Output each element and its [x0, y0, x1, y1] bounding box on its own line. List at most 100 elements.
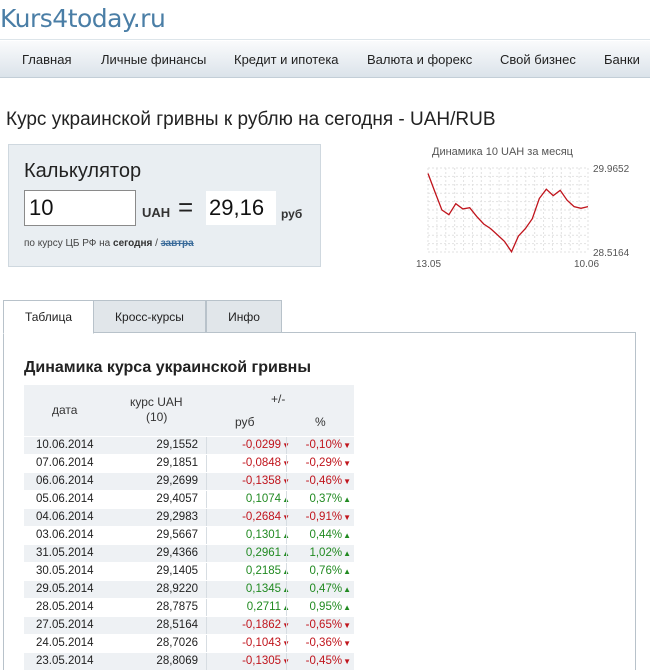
site-header: Kurs4today.ru	[0, 0, 650, 40]
change-pct-value: -0,65%	[305, 619, 343, 631]
cell-rate: 29,1405	[156, 565, 198, 577]
result-value: 29,16	[206, 191, 276, 225]
column-divider	[206, 581, 207, 599]
change-pct-value: -0,10%	[305, 439, 343, 451]
chart-xend-label: 10.06	[574, 259, 599, 270]
cell-change-abs: -0,1358▼	[210, 475, 290, 487]
cell-rate: 28,8069	[156, 655, 198, 667]
change-pct-value: -0,36%	[305, 637, 343, 649]
change-pct-value: 0,76%	[309, 565, 343, 577]
cell-rate: 29,1851	[156, 457, 198, 469]
cell-change-abs: 0,1074▲	[210, 493, 290, 505]
column-divider	[286, 599, 287, 617]
arrow-down-icon: ▼	[343, 441, 351, 450]
tab-info[interactable]: Инфо	[206, 300, 282, 333]
cell-rate: 29,2983	[156, 511, 198, 523]
col-pct-header: %	[315, 415, 326, 429]
nav-item-personal-finance[interactable]: Личные финансы	[101, 52, 206, 67]
rate-source-note: по курсу ЦБ РФ на сегодня / завтра	[24, 238, 194, 249]
to-unit-label: руб	[281, 207, 303, 221]
table-row: 07.06.2014 29,1851 -0,0848▼ -0,29%▼	[24, 454, 354, 473]
table-row: 23.05.201428,8069-0,1305▼-0,45%▼	[24, 652, 354, 670]
column-divider	[206, 455, 207, 473]
cell-change-pct: 0,95%▲	[292, 601, 351, 613]
uah-month-chart: Динамика 10 UAH за месяц 29.9652 28.5164…	[412, 144, 650, 274]
arrow-down-icon: ▼	[343, 459, 351, 468]
table-title: Динамика курса украинской гривны	[24, 359, 311, 376]
arrow-up-icon: ▲	[343, 585, 351, 594]
change-pct-value: -0,29%	[305, 457, 343, 469]
column-divider	[286, 473, 287, 491]
cell-change-abs: -0,0848▼	[210, 457, 290, 469]
tab-table[interactable]: Таблица	[3, 300, 94, 334]
cell-change-abs: -0,1305▼	[210, 655, 290, 667]
column-divider	[286, 437, 287, 455]
nav-item-home[interactable]: Главная	[22, 52, 71, 67]
cell-date: 28.05.2014	[36, 601, 94, 613]
cell-date: 30.05.2014	[36, 565, 94, 577]
column-divider	[286, 617, 287, 635]
from-unit-label: UAH	[142, 205, 171, 220]
currency-calculator: Калькулятор UAH = 29,16 руб по курсу ЦБ …	[8, 144, 321, 267]
table-row: 24.05.201428,7026-0,1043▼-0,36%▼	[24, 634, 354, 653]
change-abs-value: -0,1305	[242, 655, 282, 667]
cell-rate: 28,5164	[156, 619, 198, 631]
column-divider	[206, 509, 207, 527]
arrow-up-icon: ▲	[343, 603, 351, 612]
change-abs-value: 0,1345	[245, 583, 282, 595]
cell-date: 07.06.2014	[36, 457, 94, 469]
table-row: 03.06.201429,56670,1301▲0,44%▲	[24, 526, 354, 545]
tab-panel: Динамика курса украинской гривны дата ку…	[3, 332, 636, 670]
change-pct-value: 0,95%	[309, 601, 343, 613]
cell-change-abs: 0,2961▲	[210, 547, 290, 559]
column-divider	[286, 527, 287, 545]
change-abs-value: -0,0299	[242, 439, 282, 451]
main-nav: Главная Личные финансы Кредит и ипотека …	[0, 41, 650, 78]
cell-change-pct: 1,02%▲	[292, 547, 351, 559]
cell-change-pct: 0,44%▲	[292, 529, 351, 541]
cell-change-abs: -0,1862▼	[210, 619, 290, 631]
arrow-up-icon: ▲	[343, 531, 351, 540]
cell-change-abs: 0,1301▲	[210, 529, 290, 541]
nav-item-currency-forex[interactable]: Валюта и форекс	[367, 52, 472, 67]
nav-item-credit-mortgage[interactable]: Кредит и ипотека	[234, 52, 339, 67]
nav-item-banks[interactable]: Банки	[604, 52, 640, 67]
cell-change-pct: -0,65%▼	[292, 619, 351, 631]
column-divider	[286, 635, 287, 653]
cell-date: 05.06.2014	[36, 493, 94, 505]
change-pct-value: 0,44%	[309, 529, 343, 541]
site-logo[interactable]: Kurs4today.ru	[0, 4, 166, 33]
table-row: 31.05.201429,43660,2961▲1,02%▲	[24, 544, 354, 563]
change-abs-value: -0,2684	[242, 511, 282, 523]
arrow-down-icon: ▼	[343, 621, 351, 630]
col-date-header: дата	[52, 403, 78, 417]
table-body: 10.06.201429,1552-0,0299▼-0,10%▼07.06.20…	[24, 436, 354, 670]
change-abs-value: 0,2961	[245, 547, 282, 559]
change-pct-value: 0,37%	[309, 493, 343, 505]
cell-date: 10.06.2014	[36, 439, 94, 451]
table-row: 28.05.201428,78750,2711▲0,95%▲	[24, 598, 354, 617]
table-row: 05.06.201429,40570,1074▲0,37%▲	[24, 490, 354, 509]
cell-change-abs: 0,1345▲	[210, 583, 290, 595]
change-abs-value: -0,0848	[242, 457, 282, 469]
amount-input[interactable]	[24, 190, 136, 226]
cell-date: 27.05.2014	[36, 619, 94, 631]
cell-rate: 29,1552	[156, 439, 198, 451]
column-divider	[206, 653, 207, 670]
cell-change-abs: -0,2684▼	[210, 511, 290, 523]
change-pct-value: -0,45%	[305, 655, 343, 667]
column-divider	[286, 545, 287, 563]
column-divider	[206, 599, 207, 617]
column-divider	[206, 617, 207, 635]
cell-rate: 28,9220	[156, 583, 198, 595]
column-divider	[286, 563, 287, 581]
tab-cross-rates[interactable]: Кросс-курсы	[93, 300, 206, 333]
cell-rate: 29,2699	[156, 475, 198, 487]
cell-change-abs: 0,2711▲	[210, 601, 290, 613]
col-rate-header-line2: (10)	[146, 410, 168, 424]
table-row: 06.06.201429,2699-0,1358▼-0,46%▼	[24, 472, 354, 491]
change-pct-value: -0,91%	[305, 511, 343, 523]
nav-item-own-business[interactable]: Свой бизнес	[500, 52, 576, 67]
tomorrow-link[interactable]: завтра	[161, 238, 194, 249]
calculator-title: Калькулятор	[24, 160, 142, 182]
